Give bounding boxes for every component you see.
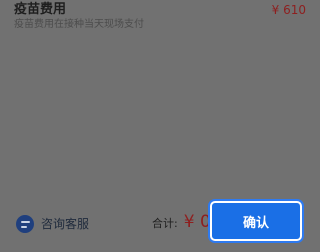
vaccine-fee-row: 疫苗费用 疫苗费用在接种当天现场支付 ¥ 610 [14, 0, 306, 36]
consult-service-button[interactable]: 咨询客服 [16, 214, 89, 234]
chat-bubble-icon [16, 215, 34, 233]
consult-service-label: 咨询客服 [41, 217, 90, 231]
total-label: 合计: [152, 217, 178, 230]
bottom-action-bar: 咨询客服 合计: ¥ 0 确认 [0, 200, 320, 252]
fee-price: ¥ 610 [271, 3, 306, 17]
total-value: ¥ 0 [183, 212, 211, 232]
total-amount: 合计: ¥ 0 [152, 212, 211, 236]
fee-subtitle: 疫苗费用在接种当天现场支付 [14, 19, 144, 30]
confirm-button[interactable]: 确认 [210, 201, 302, 241]
fee-title: 疫苗费用 [14, 2, 67, 17]
